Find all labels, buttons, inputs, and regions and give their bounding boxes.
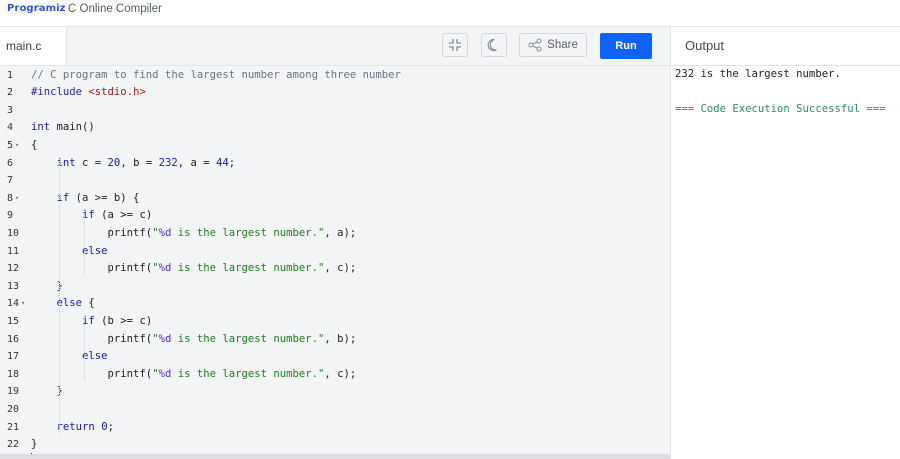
code-line: int c = 20, b = 232, a = 44; bbox=[56, 156, 236, 169]
code-line: printf("%d is the largest number.", c); bbox=[31, 262, 357, 275]
code-line: } bbox=[31, 438, 38, 451]
editor-toolbar: main.c Share Run bbox=[0, 27, 670, 66]
line-number: 18 bbox=[7, 368, 20, 380]
line-number: 10 bbox=[7, 227, 20, 239]
line-number-gutter: 1 2 3 4 5 ▾ 6 7 8 ▾ 9 10 11 12 13 14 ▾ 15 16 17 18 19 20 21 22 bbox=[0, 66, 30, 459]
indent-guide bbox=[58, 156, 60, 435]
line-number: 4 bbox=[7, 122, 14, 134]
line-number: 14 ▾ bbox=[7, 298, 26, 310]
indent-guide bbox=[84, 314, 86, 382]
line-number: 3 bbox=[7, 104, 14, 116]
line-number: 20 bbox=[7, 403, 20, 415]
line-number: 16 bbox=[7, 333, 20, 345]
code-line: else { bbox=[56, 297, 95, 310]
line-number: 1 bbox=[7, 69, 14, 81]
line-number: 12 bbox=[7, 263, 20, 275]
fold-arrow-icon[interactable]: ▾ bbox=[21, 299, 25, 307]
line-number: 17 bbox=[7, 351, 20, 363]
line-number: 2 bbox=[7, 87, 14, 99]
indent-guide bbox=[109, 367, 111, 382]
line-number: 6 bbox=[7, 157, 14, 169]
line-number: 21 bbox=[7, 421, 20, 433]
output-panel: 232 is the largest number. === Code Exec… bbox=[670, 66, 900, 459]
code-line: if (a >= b) { bbox=[56, 191, 140, 204]
horizontal-scrollbar[interactable] bbox=[0, 454, 670, 459]
output-header: Output bbox=[670, 27, 900, 66]
fold-arrow-icon[interactable]: ▾ bbox=[15, 194, 19, 202]
theme-toggle-button[interactable] bbox=[481, 33, 507, 57]
code-line: printf("%d is the largest number.", a); bbox=[31, 226, 357, 239]
programiz-logo[interactable]: Programiz bbox=[7, 3, 66, 14]
indent-guide bbox=[109, 332, 111, 347]
output-status-line: === Code Execution Successful === bbox=[675, 103, 886, 115]
code-line: printf("%d is the largest number.", c); bbox=[31, 367, 357, 380]
code-line: printf("%d is the largest number.", b); bbox=[31, 332, 357, 345]
line-number: 13 bbox=[7, 280, 20, 292]
line-number: 15 bbox=[7, 315, 20, 327]
code-line: int main() bbox=[31, 121, 95, 134]
indent-guide bbox=[109, 226, 111, 241]
code-editor[interactable]: 1 2 3 4 5 ▾ 6 7 8 ▾ 9 10 11 12 13 14 ▾ 15 16 17 18 19 20 21 22 /… bbox=[0, 66, 670, 459]
file-tab-label: main.c bbox=[6, 39, 42, 53]
run-button[interactable]: Run bbox=[600, 33, 652, 59]
fullscreen-button[interactable] bbox=[442, 33, 468, 57]
line-number: 9 bbox=[7, 210, 14, 222]
share-label: Share bbox=[547, 39, 578, 51]
code-line: else bbox=[82, 350, 108, 363]
moon-icon bbox=[487, 38, 497, 52]
line-number: 19 bbox=[7, 386, 20, 398]
fullscreen-exit-icon bbox=[449, 39, 461, 51]
output-result-line: 232 is the largest number. bbox=[675, 68, 841, 80]
code-line: #include <stdio.h> bbox=[31, 86, 146, 99]
code-line: else bbox=[82, 244, 108, 257]
indent-guide bbox=[109, 262, 111, 276]
indent-guide bbox=[84, 209, 86, 276]
share-button[interactable]: Share bbox=[519, 33, 587, 57]
run-label: Run bbox=[615, 40, 637, 52]
code-line: { bbox=[31, 138, 38, 151]
line-number: 5 ▾ bbox=[7, 139, 20, 151]
line-number: 7 bbox=[7, 175, 14, 187]
line-number: 22 bbox=[7, 439, 20, 451]
code-line: if (a >= c) bbox=[82, 209, 153, 222]
output-title: Output bbox=[685, 38, 725, 53]
line-number: 8 ▾ bbox=[7, 192, 20, 204]
share-icon bbox=[528, 38, 542, 52]
code-line: return 0; bbox=[56, 420, 114, 433]
code-line: // C program to find the largest number … bbox=[31, 68, 401, 81]
file-tab-main-c[interactable]: main.c bbox=[0, 27, 67, 66]
fold-arrow-icon[interactable]: ▾ bbox=[15, 141, 19, 149]
app-title: C Online Compiler bbox=[68, 3, 162, 15]
line-number: 11 bbox=[7, 245, 20, 257]
top-bar: Programiz C Online Compiler bbox=[0, 0, 900, 26]
code-line: if (b >= c) bbox=[82, 314, 153, 327]
